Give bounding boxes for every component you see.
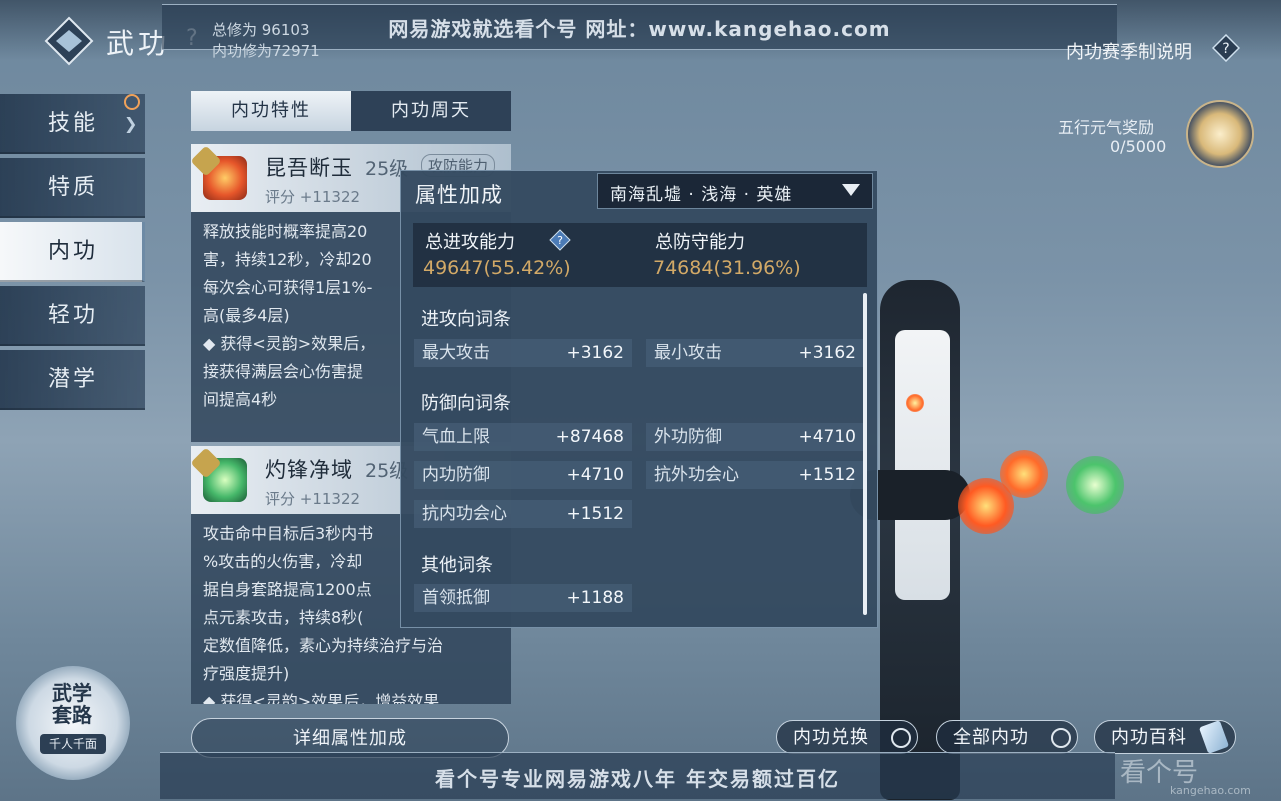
cultivation-stats: 总修为 96103 内功修为72971 [212, 20, 320, 62]
svg-text:?: ? [1222, 41, 1229, 57]
question-icon[interactable]: ? [549, 229, 571, 251]
attr-row: 首领抵御 +1188 [414, 584, 632, 612]
skill-score: 评分 +11322 [265, 490, 361, 508]
skill-name: 昆吾断玉 [265, 156, 353, 180]
attr-row: 抗外功会心 +1512 [646, 461, 864, 489]
reward-label: 五行元气奖励 [1058, 118, 1155, 137]
total-cultivation: 总修为 96103 [212, 21, 310, 39]
exchange-button[interactable]: 内功兑换 [776, 720, 918, 754]
cycle-icon [1051, 728, 1071, 748]
all-kungfu-label: 全部内功 [953, 727, 1029, 748]
wiki-label: 内功百科 [1111, 727, 1187, 748]
inner-cultivation: 内功修为72971 [212, 42, 320, 60]
nav-item-latent-study[interactable]: 潜学 [0, 350, 145, 410]
footer-text: 看个号专业网易游戏八年 年交易额过百亿 [435, 767, 840, 791]
reward-count: 0/5000 [1110, 137, 1167, 156]
wiki-button[interactable]: 内功百科 [1094, 720, 1236, 754]
tab-inner-traits[interactable]: 内功特性 [191, 91, 351, 131]
page-title: 武功 [106, 27, 171, 60]
route-title: 武学套路 [52, 681, 92, 727]
question-icon[interactable]: ? [1212, 34, 1240, 62]
scrollbar[interactable] [863, 293, 867, 615]
ability-summary: 总进攻能力 ? 49647(55.42%) 总防守能力 74684(31.96%… [413, 223, 867, 287]
route-subtitle: 千人千面 [40, 734, 106, 754]
desc-line: 疗强度提升) [203, 664, 290, 683]
attr-name: 最大攻击 [422, 343, 490, 363]
svg-text:?: ? [557, 234, 563, 247]
meditation-reward-icon[interactable] [1186, 100, 1254, 168]
fire-orb-icon [958, 478, 1014, 534]
diamond-logo-icon[interactable] [44, 16, 94, 66]
all-kungfu-button[interactable]: 全部内功 [936, 720, 1078, 754]
attr-row: 最小攻击 +3162 [646, 339, 864, 367]
dungeon-select-value: 南海乱墟 · 浅海 · 英雄 [610, 185, 793, 205]
notification-ring-icon [124, 94, 140, 110]
attr-name: 外功防御 [654, 427, 722, 447]
nav-item-traits[interactable]: 特质 [0, 158, 145, 218]
attr-value: +4710 [798, 427, 856, 447]
attr-row: 气血上限 +87468 [414, 423, 632, 451]
footer-banner: 看个号专业网易游戏八年 年交易额过百亿 [160, 752, 1115, 799]
attr-value: +4710 [566, 465, 624, 485]
attr-value: +87468 [555, 427, 624, 447]
section-other: 其他词条 [421, 555, 493, 576]
section-defense: 防御向词条 [421, 393, 511, 414]
attr-name: 气血上限 [422, 427, 490, 447]
jade-orb-icon [1066, 456, 1124, 514]
total-attack-value: 49647(55.42%) [423, 257, 571, 279]
total-attack-label: 总进攻能力 [425, 232, 515, 253]
skill-score: 评分 +11322 [265, 188, 361, 206]
total-defense-value: 74684(31.96%) [653, 257, 801, 279]
attr-row: 抗内功会心 +1512 [414, 500, 632, 528]
attr-value: +1512 [566, 504, 624, 524]
character-robe [895, 330, 950, 600]
chevron-right-icon: ❯ [124, 114, 138, 133]
attr-name: 抗内功会心 [422, 504, 507, 524]
section-attack: 进攻向词条 [421, 309, 511, 330]
tab-inner-cycle[interactable]: 内功周天 [351, 91, 511, 131]
attr-name: 内功防御 [422, 465, 490, 485]
skill-name: 灼锋净域 [265, 458, 353, 482]
desc-line: ◆ 获得<灵韵>效果后，增益效果 [203, 692, 440, 704]
attr-value: +1188 [566, 588, 624, 608]
attr-value: +3162 [798, 343, 856, 363]
attribute-bonus-popup[interactable]: 属性加成 南海乱墟 · 浅海 · 英雄 总进攻能力 ? 49647(55.42%… [400, 170, 878, 628]
book-icon [1198, 720, 1230, 754]
martial-route-button[interactable]: 武学套路 千人千面 [16, 666, 130, 780]
nav-item-inner-kungfu[interactable]: 内功 [0, 222, 145, 282]
attr-value: +3162 [566, 343, 624, 363]
total-defense-label: 总防守能力 [655, 232, 745, 253]
attr-value: +1512 [798, 465, 856, 485]
dungeon-select[interactable]: 南海乱墟 · 浅海 · 英雄 [597, 173, 873, 209]
fire-spark-icon [906, 394, 924, 412]
desc-line: 定数值降低，素心为持续治疗与治 [203, 636, 444, 655]
attr-row: 内功防御 +4710 [414, 461, 632, 489]
attr-name: 首领抵御 [422, 588, 490, 608]
watermark-url: kangehao.com [1170, 784, 1251, 797]
attr-name: 最小攻击 [654, 343, 722, 363]
nav-item-lightness[interactable]: 轻功 [0, 286, 145, 346]
target-icon [891, 728, 911, 748]
attr-row: 外功防御 +4710 [646, 423, 864, 451]
exchange-label: 内功兑换 [793, 727, 869, 748]
attr-row: 最大攻击 +3162 [414, 339, 632, 367]
popup-title: 属性加成 [415, 183, 503, 207]
chevron-down-icon [842, 184, 860, 196]
season-rules-link[interactable]: 内功赛季制说明 [1066, 38, 1192, 64]
attr-name: 抗外功会心 [654, 465, 739, 485]
